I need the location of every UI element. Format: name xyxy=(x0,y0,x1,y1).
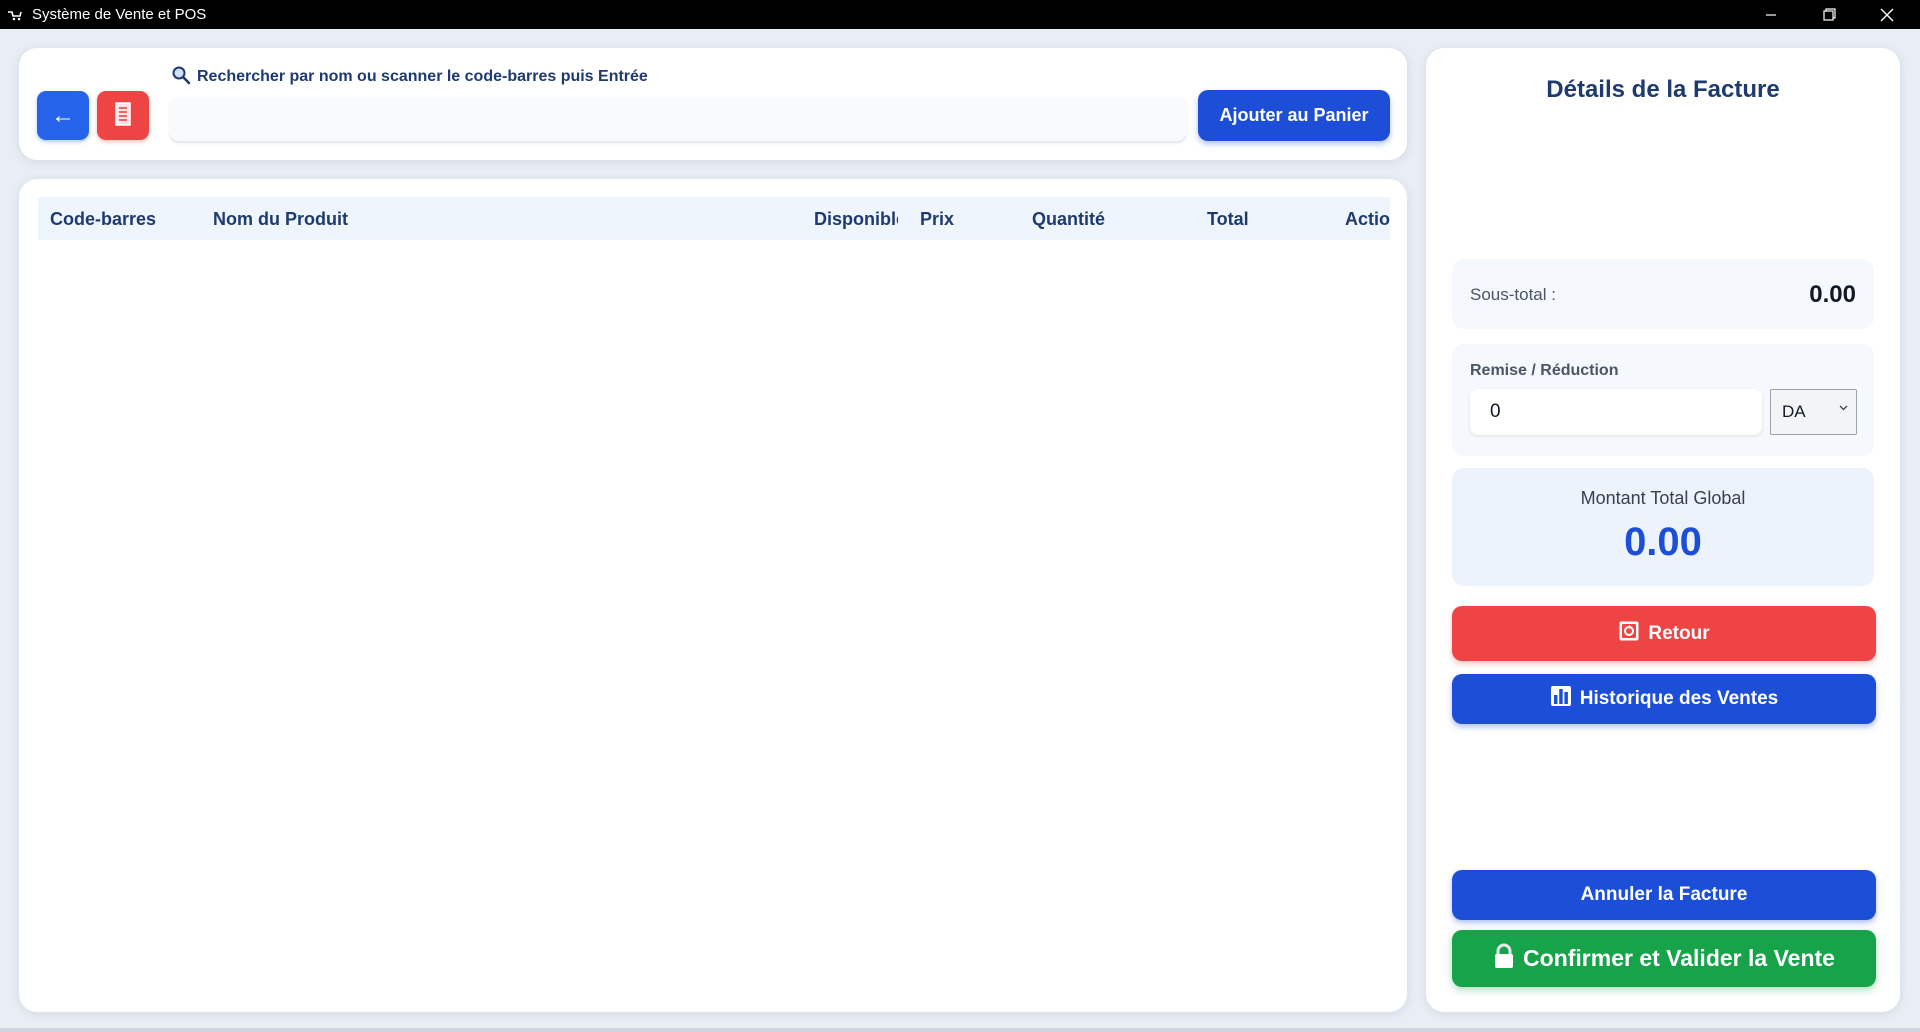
grand-total-box: Montant Total Global 0.00 xyxy=(1452,468,1874,586)
currency-select[interactable]: DA xyxy=(1770,389,1857,435)
chevron-down-icon xyxy=(1839,402,1848,414)
column-header-price: Prix xyxy=(920,209,955,229)
search-card: ← Rechercher par nom ou scanner le code-… xyxy=(19,48,1407,160)
sales-history-button-label: Historique des Ventes xyxy=(1579,688,1779,709)
cancel-invoice-button-label: Annuler la Facture xyxy=(1580,884,1748,905)
search-label: Rechercher par nom ou scanner le code-ba… xyxy=(171,66,648,88)
window-bottom-border xyxy=(0,1028,1920,1032)
minimize-button[interactable] xyxy=(1741,0,1801,29)
discount-box: Remise / Réduction DA xyxy=(1452,344,1874,456)
discount-label: Remise / Réduction xyxy=(1470,362,1619,379)
close-window-button[interactable] xyxy=(1857,0,1917,29)
confirm-sale-button[interactable]: Confirmer et Valider la Vente xyxy=(1452,930,1876,987)
table-header: Code-barres Nom du Produit Disponible Pr… xyxy=(38,197,1390,240)
invoice-title: Détails de la Facture xyxy=(1546,76,1780,103)
bar-chart-icon xyxy=(1550,685,1572,713)
return-button-label: Retour xyxy=(1648,622,1710,644)
column-header-quantity: Quantité xyxy=(1032,209,1106,229)
lock-icon xyxy=(1493,943,1515,975)
window-title-bar: Système de Vente et POS xyxy=(0,0,1920,29)
window-title: Système de Vente et POS xyxy=(32,6,207,23)
grand-total-label: Montant Total Global xyxy=(1580,488,1746,508)
cart-table-card: Code-barres Nom du Produit Disponible Pr… xyxy=(19,179,1407,1012)
subtotal-label: Sous-total : xyxy=(1470,285,1556,304)
cancel-invoice-button[interactable]: Annuler la Facture xyxy=(1452,870,1876,920)
back-button[interactable]: ← xyxy=(37,91,89,140)
discount-input[interactable] xyxy=(1470,389,1762,435)
return-button[interactable]: Retour xyxy=(1452,606,1876,661)
column-header-action: Action xyxy=(1345,209,1390,229)
app-icon xyxy=(6,6,24,24)
search-icon xyxy=(171,65,191,90)
search-label-text: Rechercher par nom ou scanner le code-ba… xyxy=(197,68,648,85)
column-header-product-name: Nom du Produit xyxy=(213,209,348,229)
receipt-button[interactable] xyxy=(97,91,149,140)
arrow-left-icon: ← xyxy=(51,101,75,129)
grand-total-value: 0.00 xyxy=(1624,520,1702,564)
subtotal-value: 0.00 xyxy=(1809,281,1856,308)
table-body xyxy=(38,240,1390,990)
add-to-cart-button[interactable]: Ajouter au Panier xyxy=(1198,90,1390,141)
invoice-panel: Détails de la Facture Sous-total : 0.00 … xyxy=(1426,48,1900,1012)
receipt-icon xyxy=(113,101,133,130)
column-header-available: Disponible xyxy=(814,209,898,229)
subtotal-box: Sous-total : 0.00 xyxy=(1452,259,1874,329)
column-header-total: Total xyxy=(1207,209,1249,229)
return-icon xyxy=(1618,620,1640,648)
currency-selected-value: DA xyxy=(1782,402,1806,421)
confirm-sale-button-label: Confirmer et Valider la Vente xyxy=(1523,945,1835,971)
column-header-barcode: Code-barres xyxy=(50,209,157,229)
search-input[interactable] xyxy=(169,97,1187,143)
restore-button[interactable] xyxy=(1799,0,1859,29)
sales-history-button[interactable]: Historique des Ventes xyxy=(1452,674,1876,724)
